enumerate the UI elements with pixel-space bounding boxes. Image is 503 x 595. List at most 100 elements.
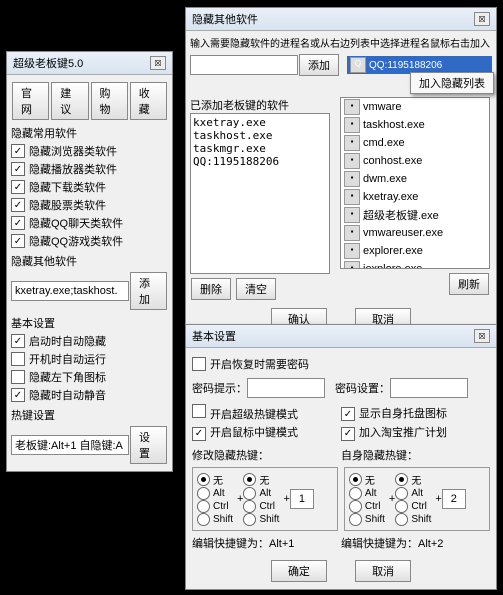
basic-lbl-3: 隐藏时自动静音 <box>29 387 106 403</box>
main-window: 超级老板键5.0 ☒ 官网 建议 购物 收藏 隐藏常用软件 隐藏浏览器类软件隐藏… <box>6 51 173 472</box>
hide-chk-4[interactable] <box>11 216 25 230</box>
radio-Shift[interactable] <box>197 513 210 526</box>
section-basic: 基本设置 <box>11 315 168 331</box>
hotkey-input[interactable] <box>11 435 129 455</box>
radio-无[interactable] <box>197 473 210 486</box>
radio-Ctrl[interactable] <box>197 500 210 513</box>
close-icon[interactable]: ☒ <box>474 12 490 26</box>
ok-button[interactable]: 确定 <box>271 560 327 582</box>
hide-chk-0[interactable] <box>11 144 25 158</box>
radio-Alt[interactable] <box>349 487 362 500</box>
chk-taobao[interactable] <box>341 427 355 441</box>
hide-chk-5[interactable] <box>11 234 25 248</box>
radio-Alt[interactable] <box>197 487 210 500</box>
added-item[interactable]: kxetray.exe <box>193 116 327 129</box>
process-item[interactable]: ▪vmwareuser.exe <box>341 224 489 242</box>
self-hotkey-label: 自身隐藏热键： <box>341 447 490 463</box>
process-input[interactable] <box>190 55 298 75</box>
hide-lbl-5: 隐藏QQ游戏类软件 <box>29 233 123 249</box>
basic-chk-0[interactable] <box>11 334 25 348</box>
app-icon: ▪ <box>344 153 360 169</box>
basic-chk-1[interactable] <box>11 352 25 366</box>
tab-suggest[interactable]: 建议 <box>51 82 88 120</box>
radio-无[interactable] <box>395 473 408 486</box>
radio-Shift[interactable] <box>349 513 362 526</box>
delete-button[interactable]: 删除 <box>191 278 231 300</box>
titlebar: 基本设置 ☒ <box>186 325 496 348</box>
hide-chk-3[interactable] <box>11 198 25 212</box>
close-icon[interactable]: ☒ <box>150 56 166 70</box>
hide-chk-2[interactable] <box>11 180 25 194</box>
mod-hotkey-label: 修改隐藏热键： <box>192 447 341 463</box>
hide-chk-1[interactable] <box>11 162 25 176</box>
radio-Alt[interactable] <box>243 487 256 500</box>
chk-middle-click[interactable] <box>192 427 206 441</box>
process-item[interactable]: ▪kxetray.exe <box>341 188 489 206</box>
tab-fav[interactable]: 收藏 <box>130 82 167 120</box>
radio-Ctrl[interactable] <box>349 500 362 513</box>
close-icon[interactable]: ☒ <box>474 329 490 343</box>
app-icon: ▪ <box>344 261 360 269</box>
chk-pw-restore[interactable] <box>192 357 206 371</box>
section-hide-other: 隐藏其他软件 <box>11 253 168 269</box>
radio-Shift[interactable] <box>395 513 408 526</box>
hide-lbl-4: 隐藏QQ聊天类软件 <box>29 215 123 231</box>
qq-icon: Q <box>350 57 366 73</box>
tab-shop[interactable]: 购物 <box>91 82 128 120</box>
refresh-button[interactable]: 刷新 <box>449 273 489 295</box>
tab-site[interactable]: 官网 <box>12 82 49 120</box>
hide-lbl-0: 隐藏浏览器类软件 <box>29 143 117 159</box>
other-input[interactable] <box>11 281 129 301</box>
chk-tray-icon[interactable] <box>341 407 355 421</box>
process-item[interactable]: ▪conhost.exe <box>341 152 489 170</box>
hide-other-window: 隐藏其他软件 ☒ 输入需要隐藏软件的进程名或从右边列表中选择进程名鼠标右击加入 … <box>185 7 497 336</box>
chk-super-hotkey[interactable] <box>192 404 206 418</box>
settings-button[interactable]: 设置 <box>130 426 167 464</box>
radio-Ctrl[interactable] <box>243 500 256 513</box>
section-hotkey: 热键设置 <box>11 407 168 423</box>
radio-无[interactable] <box>349 473 362 486</box>
pw-hint-label: 密码提示： <box>192 380 247 396</box>
key2-input[interactable] <box>442 489 466 509</box>
radio-无[interactable] <box>243 473 256 486</box>
self-hotkey-group: 无AltCtrlShift+ 无AltCtrlShift+ <box>344 467 490 531</box>
basic-chk-2[interactable] <box>11 370 25 384</box>
ctx-add-to-hide[interactable]: 加入隐藏列表 <box>419 78 485 90</box>
cancel-button[interactable]: 取消 <box>355 560 411 582</box>
process-item[interactable]: ▪超级老板键.exe <box>341 206 489 224</box>
added-item[interactable]: taskmgr.exe <box>193 142 327 155</box>
process-item[interactable]: ▪vmware <box>341 98 489 116</box>
process-list[interactable]: ▪vmware▪taskhost.exe▪cmd.exe▪conhost.exe… <box>340 97 490 269</box>
pw-set-label: 密码设置： <box>335 380 390 396</box>
process-item[interactable]: ▪taskhost.exe <box>341 116 489 134</box>
edit-label-2: 编辑快捷键为：Alt+2 <box>341 535 490 551</box>
added-label: 已添加老板键的软件 <box>190 97 330 113</box>
app-icon: ▪ <box>344 135 360 151</box>
titlebar: 超级老板键5.0 ☒ <box>7 52 172 75</box>
process-item[interactable]: ▪dwm.exe <box>341 170 489 188</box>
added-list[interactable]: kxetray.exetaskhost.exetaskmgr.exeQQ:119… <box>190 113 330 274</box>
process-item[interactable]: ▪explorer.exe <box>341 242 489 260</box>
add-button[interactable]: 添加 <box>130 272 167 310</box>
radio-Ctrl[interactable] <box>395 500 408 513</box>
radio-Shift[interactable] <box>243 513 256 526</box>
app-icon: ▪ <box>344 207 360 223</box>
process-item[interactable]: ▪iexplore.exe <box>341 260 489 269</box>
added-item[interactable]: taskhost.exe <box>193 129 327 142</box>
add-button[interactable]: 添加 <box>299 54 339 76</box>
basic-lbl-0: 启动时自动隐藏 <box>29 333 106 349</box>
radio-Alt[interactable] <box>395 487 408 500</box>
pw-hint-input[interactable] <box>247 378 325 398</box>
pw-set-input[interactable] <box>390 378 468 398</box>
app-icon: ▪ <box>344 225 360 241</box>
instruction: 输入需要隐藏软件的进程名或从右边列表中选择进程名鼠标右击加入 <box>190 35 492 50</box>
key1-input[interactable] <box>290 489 314 509</box>
process-item[interactable]: ▪cmd.exe <box>341 134 489 152</box>
edit-label-1: 编辑快捷键为：Alt+1 <box>192 535 341 551</box>
hide-lbl-1: 隐藏播放器类软件 <box>29 161 117 177</box>
title: 超级老板键5.0 <box>13 55 83 71</box>
clear-button[interactable]: 清空 <box>236 278 276 300</box>
added-item[interactable]: QQ:1195188206 <box>193 155 327 168</box>
hide-lbl-3: 隐藏股票类软件 <box>29 197 106 213</box>
basic-chk-3[interactable] <box>11 388 25 402</box>
